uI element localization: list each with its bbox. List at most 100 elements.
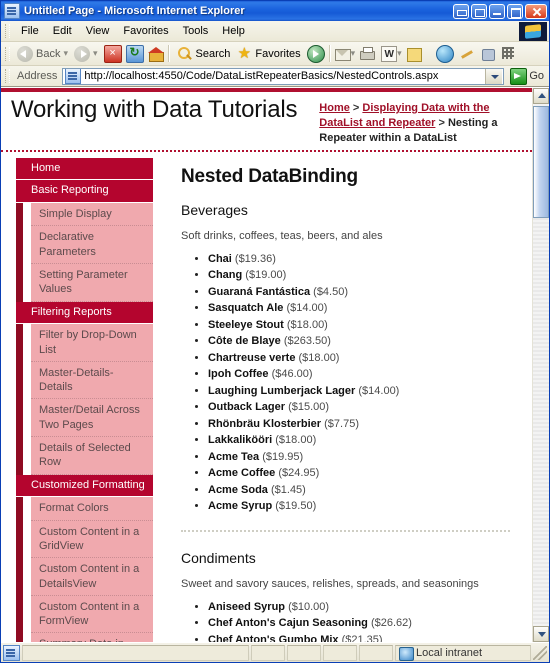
- stop-icon[interactable]: [103, 44, 122, 63]
- favorites-button[interactable]: Favorites: [233, 45, 303, 63]
- menu-edit[interactable]: Edit: [46, 23, 79, 39]
- product-price: ($19.36): [234, 252, 276, 265]
- product-name: Lakkalikööri: [208, 434, 273, 447]
- sidebar-item-setting-parameter-values[interactable]: Setting Parameter Values: [31, 263, 153, 302]
- mail-icon[interactable]: [334, 46, 351, 62]
- sidebar-item-master-detail-across-two-pages[interactable]: Master/Detail Across Two Pages: [31, 399, 153, 438]
- sidebar-item-home[interactable]: Home: [16, 157, 153, 181]
- page-icon: [65, 68, 82, 84]
- pencil-icon[interactable]: [459, 46, 475, 62]
- forward-button[interactable]: ▾: [71, 45, 101, 63]
- list-item: Guaraná Fantástica ($4.50): [208, 285, 510, 300]
- address-label: Address: [17, 70, 58, 82]
- intranet-globe-icon: [399, 646, 414, 661]
- product-name: Chai: [208, 252, 232, 265]
- favorites-label: Favorites: [255, 47, 301, 60]
- status-bar: Local intranet: [1, 642, 549, 662]
- browser-window: Untitled Page - Microsoft Internet Explo…: [0, 0, 550, 663]
- breadcrumb-home-link[interactable]: Home: [319, 102, 350, 114]
- sidebar-item-custom-content-formview[interactable]: Custom Content in a FormView: [31, 595, 153, 634]
- vertical-scrollbar[interactable]: [532, 88, 549, 642]
- product-name: Aniseed Syrup: [208, 600, 286, 613]
- scroll-down-icon[interactable]: [533, 626, 549, 642]
- product-price: ($18.00): [298, 351, 340, 364]
- menu-favorites[interactable]: Favorites: [116, 23, 175, 39]
- section-heading-condiments: Condiments: [181, 549, 256, 566]
- close-button[interactable]: [525, 3, 547, 19]
- edit-dropdown-icon[interactable]: ▾: [397, 48, 402, 59]
- status-cell-2: [287, 644, 321, 661]
- print-icon[interactable]: [359, 46, 376, 62]
- sidebar-item-master-details-details[interactable]: Master-Details-Details: [31, 361, 153, 400]
- product-price: ($7.75): [324, 417, 359, 430]
- product-name: Steeleye Stout: [208, 318, 284, 331]
- toolbar: Back ▾ ▾ Search Favorites ▾ ▾: [1, 42, 549, 66]
- forward-arrow-icon: [74, 45, 90, 62]
- list-item: Aniseed Syrup ($10.00): [208, 600, 510, 615]
- grid-icon[interactable]: [501, 46, 517, 62]
- list-item: Côte de Blaye ($263.50): [208, 334, 510, 349]
- go-label: Go: [529, 70, 544, 82]
- list-item: Chai ($19.36): [208, 252, 510, 267]
- product-name: Rhönbräu Klosterbier: [208, 417, 322, 430]
- maximize-button[interactable]: [507, 3, 523, 19]
- forward-dropdown-icon[interactable]: ▾: [93, 48, 98, 59]
- sidebar-item-basic-reporting[interactable]: Basic Reporting: [16, 180, 153, 204]
- toolbar-grip[interactable]: [5, 46, 10, 61]
- resize-grip-icon[interactable]: [533, 645, 547, 660]
- menu-file[interactable]: File: [14, 23, 46, 39]
- search-icon: [177, 46, 193, 62]
- scrollbar-thumb[interactable]: [533, 106, 549, 218]
- windows-flag-logo-icon: [519, 22, 547, 41]
- page-title: Working with Data Tutorials: [11, 96, 298, 123]
- discuss-icon[interactable]: [406, 46, 422, 62]
- mail-dropdown-icon[interactable]: ▾: [351, 48, 356, 59]
- sidebar-item-declarative-parameters[interactable]: Declarative Parameters: [31, 226, 153, 264]
- sidebar-item-summary-data-in-footer[interactable]: Summary Data in Footer: [31, 633, 153, 642]
- sidebar-item-customized-formatting[interactable]: Customized Formatting: [16, 474, 153, 498]
- restore-group-2-button[interactable]: [471, 3, 487, 19]
- search-button[interactable]: Search: [174, 45, 234, 63]
- menu-tools[interactable]: Tools: [176, 23, 216, 39]
- scrollbar-track[interactable]: [533, 104, 549, 626]
- media-icon[interactable]: [306, 44, 325, 63]
- globe-icon[interactable]: [435, 44, 454, 63]
- minimize-button[interactable]: [489, 3, 505, 19]
- sidebar-item-format-colors[interactable]: Format Colors: [31, 497, 153, 521]
- window-title: Untitled Page - Microsoft Internet Explo…: [24, 5, 245, 17]
- address-grip[interactable]: [5, 69, 10, 83]
- status-message: [22, 644, 249, 661]
- product-price: ($19.50): [275, 500, 317, 513]
- refresh-icon[interactable]: [125, 44, 144, 63]
- list-item: Acme Syrup ($19.50): [208, 499, 510, 514]
- product-price: ($21.35): [341, 633, 383, 642]
- product-price: ($46.00): [271, 368, 313, 381]
- back-button[interactable]: Back ▾: [14, 45, 71, 63]
- section-heading-beverages: Beverages: [181, 201, 248, 218]
- back-arrow-icon: [17, 45, 33, 62]
- sidebar-item-custom-content-detailsview[interactable]: Custom Content in a DetailsView: [31, 558, 153, 596]
- sidebar-item-custom-content-gridview[interactable]: Custom Content in a GridView: [31, 520, 153, 559]
- sidebar-item-details-of-selected-row[interactable]: Details of Selected Row: [31, 437, 153, 475]
- restore-group-button[interactable]: [453, 3, 469, 19]
- edit-word-icon[interactable]: [381, 45, 398, 62]
- menu-help[interactable]: Help: [215, 23, 252, 39]
- status-cell-4: [359, 644, 393, 661]
- menu-grip[interactable]: [5, 24, 10, 38]
- sidebar-item-filtering-reports[interactable]: Filtering Reports: [16, 301, 153, 325]
- list-item: Laughing Lumberjack Lager ($14.00): [208, 384, 510, 399]
- address-input[interactable]: http://localhost:4550/Code/DataListRepea…: [62, 67, 505, 85]
- product-name: Côte de Blaye: [208, 335, 281, 348]
- messenger-icon[interactable]: [480, 46, 496, 62]
- sidebar-item-filter-by-drop-down-list[interactable]: Filter by Drop-Down List: [31, 324, 153, 362]
- product-name: Laughing Lumberjack Lager: [208, 384, 356, 397]
- chevron-down-icon[interactable]: [485, 68, 503, 84]
- home-icon[interactable]: [147, 46, 164, 62]
- list-item: Lakkalikööri ($18.00): [208, 433, 510, 448]
- back-dropdown-icon[interactable]: ▾: [63, 48, 68, 59]
- go-button[interactable]: Go: [507, 67, 547, 85]
- menu-view[interactable]: View: [79, 23, 117, 39]
- scroll-up-icon[interactable]: [533, 88, 549, 104]
- status-zone-label: Local intranet: [416, 646, 483, 659]
- sidebar-item-simple-display[interactable]: Simple Display: [31, 203, 153, 227]
